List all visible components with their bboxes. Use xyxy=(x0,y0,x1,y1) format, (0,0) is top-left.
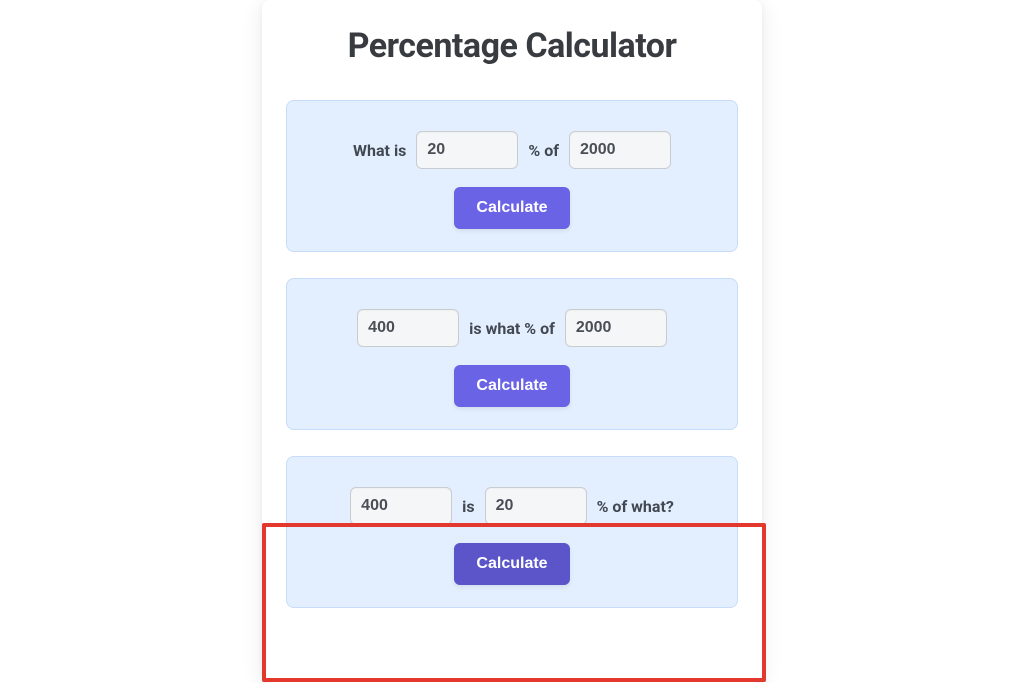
calculator-card: Percentage Calculator What is % of Calcu… xyxy=(262,0,762,683)
panel2-input-whole[interactable] xyxy=(565,309,667,347)
panel1-input-base[interactable] xyxy=(569,131,671,169)
panel3-input-percent[interactable] xyxy=(485,487,587,525)
panel-x-is-y-percent-of-what: is % of what? Calculate xyxy=(286,456,738,608)
panel-what-is-x-percent-of-y: What is % of Calculate xyxy=(286,100,738,252)
panel1-row: What is % of xyxy=(353,131,671,169)
panel2-row: is what % of xyxy=(357,309,667,347)
panel3-row: is % of what? xyxy=(350,487,674,525)
panel3-label-mid: is xyxy=(462,497,474,516)
panel1-input-percent[interactable] xyxy=(416,131,518,169)
panel1-calculate-button[interactable]: Calculate xyxy=(454,187,569,229)
panel3-label-after: % of what? xyxy=(597,497,674,516)
panel2-label-mid: is what % of xyxy=(469,319,555,338)
panel2-calculate-button[interactable]: Calculate xyxy=(454,365,569,407)
page-title: Percentage Calculator xyxy=(286,26,738,66)
app-stage: Percentage Calculator What is % of Calcu… xyxy=(0,0,1024,683)
panel-x-is-what-percent-of-y: is what % of Calculate xyxy=(286,278,738,430)
panel3-calculate-button[interactable]: Calculate xyxy=(454,543,569,585)
panel2-input-part[interactable] xyxy=(357,309,459,347)
panel3-input-part[interactable] xyxy=(350,487,452,525)
panel1-label-mid: % of xyxy=(528,141,559,160)
panel1-label-before: What is xyxy=(353,141,406,160)
